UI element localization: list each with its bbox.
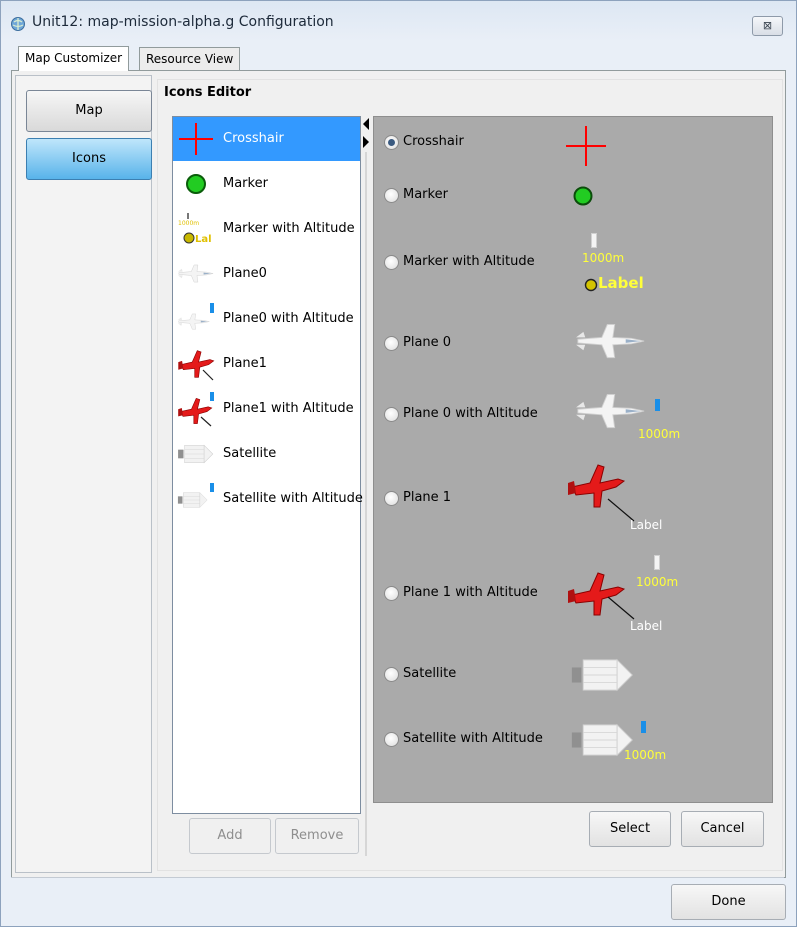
option-label: Marker	[403, 187, 448, 202]
sidebar: Map Icons	[15, 75, 152, 873]
tiny-altitude-text: 1000m	[178, 220, 199, 227]
list-item-satellite-altitude[interactable]: Satellite with Altitude	[173, 477, 363, 521]
option-label: Plane 1 with Altitude	[403, 585, 538, 600]
icon-list[interactable]: Crosshair Marker 1000m Lal Marker with A…	[172, 116, 363, 814]
marker-altitude-icon: 1000m Lal	[178, 213, 212, 245]
list-item-plane1-altitude[interactable]: Plane1 with Altitude	[173, 387, 360, 431]
sidebar-item-map[interactable]: Map	[26, 90, 152, 132]
plane0-preview-icon	[574, 319, 648, 365]
satellite-preview-icon	[570, 656, 636, 694]
tiny-label-text: Lal	[195, 234, 212, 245]
list-item-label: Marker with Altitude	[223, 221, 355, 236]
list-item-marker-altitude[interactable]: 1000m Lal Marker with Altitude	[173, 207, 360, 251]
list-item-crosshair[interactable]: Crosshair	[173, 117, 360, 161]
crosshair-preview-icon	[566, 126, 606, 166]
list-item-label: Satellite	[223, 446, 277, 461]
option-label: Plane 0 with Altitude	[403, 406, 538, 421]
marker-icon	[186, 174, 206, 194]
option-label: Marker with Altitude	[403, 254, 535, 269]
crosshair-icon	[179, 123, 213, 155]
plane0-altitude-preview-icon	[574, 389, 648, 435]
altitude-bar-icon	[655, 399, 660, 411]
altitude-text: 1000m	[582, 251, 625, 265]
add-button[interactable]: Add	[189, 818, 271, 854]
plane1-altitude-icon	[177, 392, 214, 427]
altitude-text: 1000m	[624, 748, 667, 762]
cancel-button[interactable]: Cancel	[681, 811, 764, 847]
altitude-bar-icon	[641, 721, 646, 733]
marker-preview-icon	[573, 186, 593, 206]
list-item-label: Marker	[223, 176, 268, 191]
sidebar-item-icons[interactable]: Icons	[26, 138, 152, 180]
altitude-bar-icon	[654, 555, 660, 570]
window-title: Unit12: map-mission-alpha.g Configuratio…	[32, 14, 334, 30]
label-leader-line	[607, 596, 635, 620]
radio-plane0[interactable]	[384, 336, 399, 351]
splitter-handle[interactable]	[361, 116, 371, 856]
done-button[interactable]: Done	[671, 884, 786, 920]
list-item-satellite[interactable]: Satellite	[173, 432, 360, 476]
list-item-label: Plane1	[223, 356, 267, 371]
plane-label-text: Label	[630, 518, 663, 532]
list-item-plane1[interactable]: Plane1	[173, 342, 360, 386]
list-item-marker[interactable]: Marker	[173, 162, 360, 206]
list-item-plane0-altitude[interactable]: Plane0 with Altitude	[173, 297, 360, 341]
altitude-text: 1000m	[638, 427, 681, 441]
list-item-label: Crosshair	[223, 131, 284, 146]
list-item-label: Satellite with Altitude	[223, 491, 363, 506]
radio-plane1-altitude[interactable]	[384, 586, 399, 601]
satellite-icon	[177, 445, 214, 463]
list-item-label: Plane0	[223, 266, 267, 281]
radio-satellite-altitude[interactable]	[384, 732, 399, 747]
remove-button[interactable]: Remove	[275, 818, 359, 854]
close-button[interactable]: ⊠	[752, 16, 783, 36]
satellite-altitude-icon	[177, 483, 214, 508]
list-item-label: Plane1 with Altitude	[223, 401, 354, 416]
radio-plane0-altitude[interactable]	[384, 407, 399, 422]
radio-marker-altitude[interactable]	[384, 255, 399, 270]
footer-divider	[11, 877, 784, 878]
option-label: Crosshair	[403, 134, 464, 149]
editor-title: Icons Editor	[164, 85, 252, 100]
plane0-icon	[177, 264, 214, 283]
app-globe-icon	[11, 17, 25, 31]
plane-label-text: Label	[630, 619, 663, 633]
plane1-icon	[177, 350, 215, 381]
list-item-label: Plane0 with Altitude	[223, 311, 354, 326]
altitude-text: 1000m	[636, 575, 679, 589]
radio-satellite[interactable]	[384, 667, 399, 682]
altitude-bar-icon	[591, 233, 597, 248]
plane0-altitude-icon	[177, 303, 214, 330]
list-item-plane0[interactable]: Plane0	[173, 252, 360, 296]
option-label: Plane 1	[403, 490, 452, 505]
radio-marker[interactable]	[384, 188, 399, 203]
icon-preview-panel: Crosshair Marker Marker with Altitude 10…	[373, 116, 773, 803]
select-button[interactable]: Select	[589, 811, 671, 847]
radio-crosshair[interactable]	[384, 135, 399, 150]
radio-plane1[interactable]	[384, 491, 399, 506]
title-bar: Unit12: map-mission-alpha.g Configuratio…	[1, 1, 796, 41]
marker-label-text: Label	[598, 274, 644, 292]
tab-map-customizer[interactable]: Map Customizer	[18, 46, 130, 71]
tab-resource-view[interactable]: Resource View	[139, 47, 241, 70]
option-label: Satellite	[403, 666, 457, 681]
marker-altitude-preview-icon	[584, 278, 598, 292]
option-label: Satellite with Altitude	[403, 731, 543, 746]
option-label: Plane 0	[403, 335, 452, 350]
